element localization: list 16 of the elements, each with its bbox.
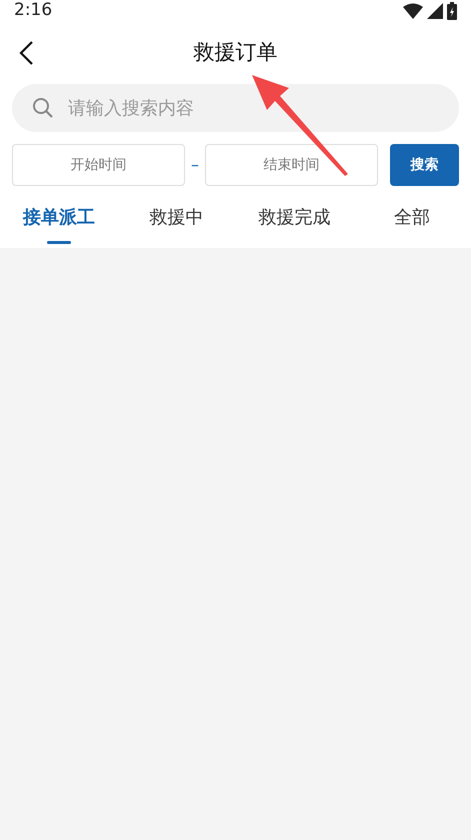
wifi-icon	[403, 3, 423, 19]
search-input[interactable]: 请输入搜索内容	[66, 94, 439, 122]
search-icon	[32, 97, 54, 119]
tab[interactable]: 全部	[353, 186, 471, 248]
status-time: 2:16	[14, 0, 52, 22]
battery-icon	[447, 2, 457, 20]
search-field[interactable]: 请输入搜索内容	[12, 84, 459, 132]
signal-icon	[427, 3, 443, 19]
tab[interactable]: 救援完成	[236, 186, 354, 248]
page-title: 救援订单	[194, 39, 278, 66]
start-date-field[interactable]: 开始时间	[12, 144, 185, 186]
search-button[interactable]: 搜索	[390, 144, 459, 186]
end-date-field[interactable]: 结束时间	[205, 144, 378, 186]
tab[interactable]: 接单派工	[0, 186, 118, 248]
tab[interactable]: 救援中	[118, 186, 236, 248]
date-separator: –	[191, 154, 199, 176]
